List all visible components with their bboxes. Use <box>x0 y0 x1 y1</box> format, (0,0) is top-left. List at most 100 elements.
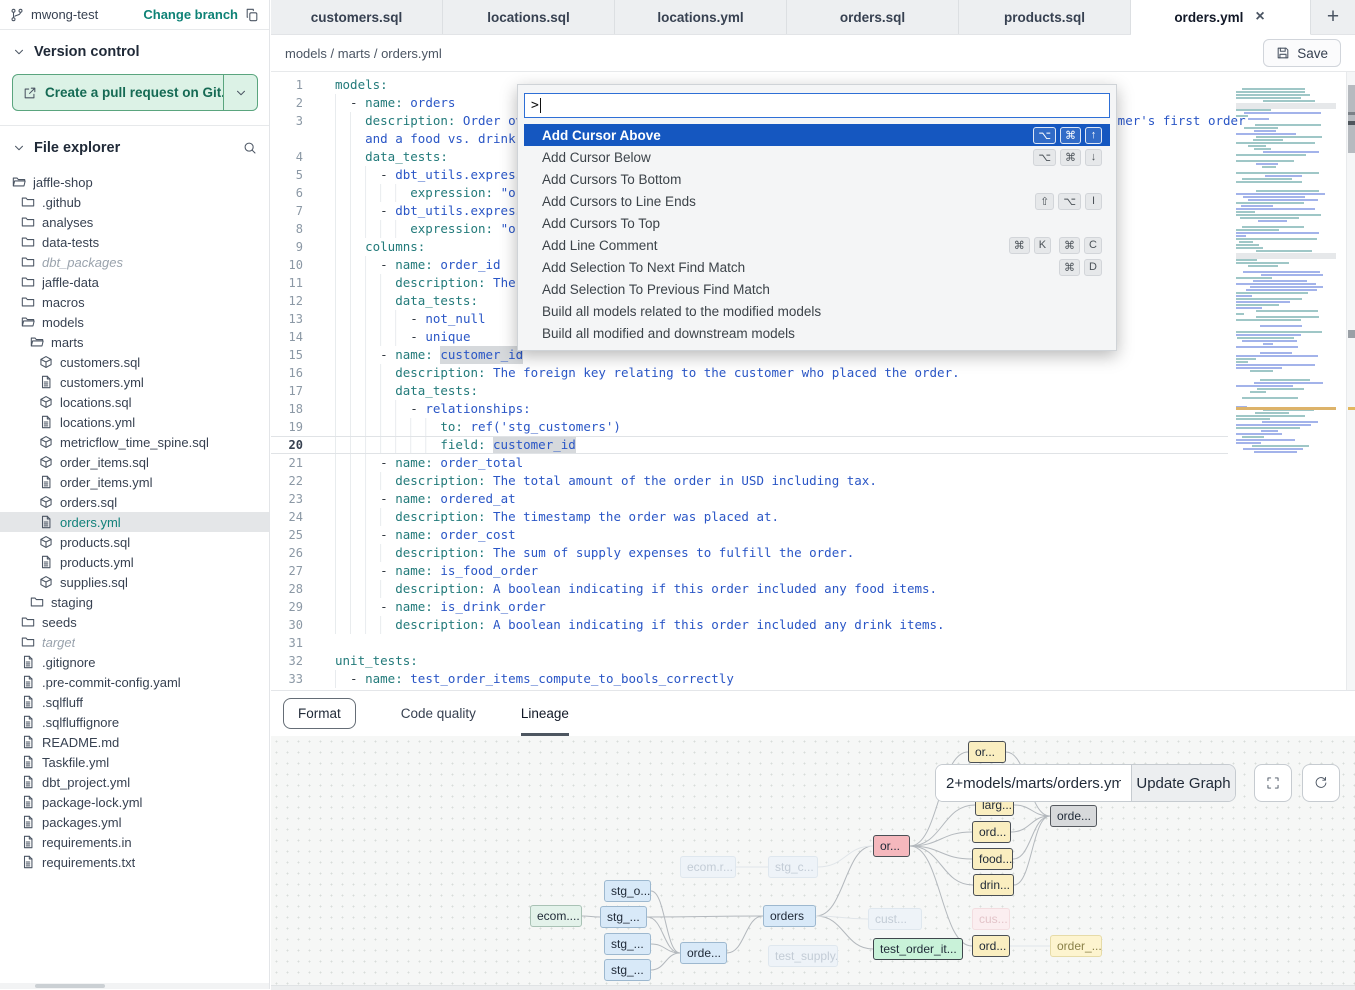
palette-item-build-all-models-related-to-the-modified-models[interactable]: Build all models related to the modified… <box>524 300 1110 322</box>
palette-item-add-cursor-above[interactable]: Add Cursor Above⌥⌘↑ <box>524 124 1110 146</box>
tree-item-metricflow-time-spine-sql[interactable]: metricflow_time_spine.sql <box>0 432 269 452</box>
tree-item-order-items-yml[interactable]: order_items.yml <box>0 472 269 492</box>
lineage-node-stg_2[interactable]: stg_... <box>604 933 651 955</box>
tree-item-macros[interactable]: macros <box>0 292 269 312</box>
lineage-node-order_pale[interactable]: order_... <box>1050 935 1102 957</box>
copy-icon[interactable] <box>245 8 259 22</box>
lineage-node-orde_b[interactable]: orde... <box>680 942 727 964</box>
tree-item-locations-sql[interactable]: locations.sql <box>0 392 269 412</box>
sidebar-horizontal-scrollbar[interactable] <box>0 983 269 989</box>
refresh-icon <box>1314 776 1328 790</box>
code-editor[interactable]: 1models:2- name: orders3description: Ord… <box>271 72 1355 690</box>
lineage-node-y_ord1[interactable]: ord... <box>972 821 1011 843</box>
tree-item-packages-yml[interactable]: packages.yml <box>0 812 269 832</box>
tree-item-jaffle-data[interactable]: jaffle-data <box>0 272 269 292</box>
refresh-button[interactable] <box>1302 764 1340 802</box>
lineage-node-y_top[interactable]: or... <box>968 741 1006 763</box>
lineage-node-or_pink[interactable]: or... <box>873 835 910 857</box>
tree-item-marts[interactable]: marts <box>0 332 269 352</box>
tree-item-locations-yml[interactable]: locations.yml <box>0 412 269 432</box>
graph-search-input[interactable] <box>936 765 1131 801</box>
tree-item-package-lock-yml[interactable]: package-lock.yml <box>0 792 269 812</box>
folder-icon <box>21 195 35 209</box>
minimap[interactable] <box>1236 85 1336 457</box>
tree-item-readme-md[interactable]: README.md <box>0 732 269 752</box>
lineage-node-ecom[interactable]: ecom.... <box>530 905 582 927</box>
search-icon[interactable] <box>243 141 257 155</box>
format-button[interactable]: Format <box>283 698 356 729</box>
tree-item-customers-yml[interactable]: customers.yml <box>0 372 269 392</box>
palette-item-add-cursors-to-line-ends[interactable]: Add Cursors to Line Ends⇧⌥I <box>524 190 1110 212</box>
create-pr-button[interactable]: Create a pull request on Git... <box>12 74 258 111</box>
tab-products-sql[interactable]: products.sql <box>959 0 1131 34</box>
tab-orders-yml[interactable]: orders.yml× <box>1131 0 1311 35</box>
palette-item-add-selection-to-next-find-match[interactable]: Add Selection To Next Find Match⌘D <box>524 256 1110 278</box>
tree-item-dbt-project-yml[interactable]: dbt_project.yml <box>0 772 269 792</box>
command-palette-input[interactable]: > <box>524 93 1110 118</box>
tree-item-dbt-packages[interactable]: dbt_packages <box>0 252 269 272</box>
lineage-node-stg_3[interactable]: stg_... <box>604 959 651 981</box>
palette-item-add-selection-to-previous-find-match[interactable]: Add Selection To Previous Find Match <box>524 278 1110 300</box>
lineage-node-ghost3[interactable]: cust... <box>868 908 922 930</box>
tab-locations-yml[interactable]: locations.yml <box>615 0 787 34</box>
lineage-canvas[interactable]: ecom....stg_o...stg_...stg_...stg_...ord… <box>271 736 1355 990</box>
palette-item-add-cursor-below[interactable]: Add Cursor Below⌥⌘↓ <box>524 146 1110 168</box>
lineage-node-green_test[interactable]: test_order_it... <box>873 938 963 960</box>
update-graph-button[interactable]: Update Graph <box>1131 765 1235 801</box>
save-button[interactable]: Save <box>1263 39 1341 67</box>
pr-dropdown-toggle[interactable] <box>223 75 257 110</box>
new-tab-button[interactable]: + <box>1311 0 1355 34</box>
palette-item-add-cursors-to-top[interactable]: Add Cursors To Top <box>524 212 1110 234</box>
palette-item-add-line-comment[interactable]: Add Line Comment⌘K⌘C <box>524 234 1110 256</box>
lineage-node-ghost1[interactable]: ecom.r... <box>680 856 736 878</box>
tree-item-customers-sql[interactable]: customers.sql <box>0 352 269 372</box>
panel-tab-lineage[interactable]: Lineage <box>521 691 569 736</box>
tree-item-supplies-sql[interactable]: supplies.sql <box>0 572 269 592</box>
tree-item-orders-yml[interactable]: orders.yml <box>0 512 269 532</box>
tab-locations-sql[interactable]: locations.sql <box>443 0 615 34</box>
fullscreen-button[interactable] <box>1254 764 1292 802</box>
lineage-node-gray_orde[interactable]: orde... <box>1050 805 1097 827</box>
lineage-node-y_drin[interactable]: drin... <box>973 874 1014 896</box>
tree-item-models[interactable]: models <box>0 312 269 332</box>
tree-item-products-sql[interactable]: products.sql <box>0 532 269 552</box>
tree-item-jaffle-shop[interactable]: jaffle-shop <box>0 172 269 192</box>
lineage-node-stg_o[interactable]: stg_o... <box>604 880 651 902</box>
tree-item-analyses[interactable]: analyses <box>0 212 269 232</box>
close-tab-icon[interactable]: × <box>1253 9 1266 25</box>
tree-item--github[interactable]: .github <box>0 192 269 212</box>
canvas-horizontal-scrollbar[interactable] <box>271 985 1355 990</box>
lineage-node-ghost2[interactable]: stg_c... <box>768 856 818 878</box>
palette-item-build-all-modified-and-downstream-models[interactable]: Build all modified and downstream models <box>524 322 1110 344</box>
tree-item--gitignore[interactable]: .gitignore <box>0 652 269 672</box>
change-branch-link[interactable]: Change branch <box>143 7 238 22</box>
tree-item-staging[interactable]: staging <box>0 592 269 612</box>
panel-tab-code-quality[interactable]: Code quality <box>401 691 476 736</box>
tree-item-requirements-txt[interactable]: requirements.txt <box>0 852 269 872</box>
tree-item--sqlfluff[interactable]: .sqlfluff <box>0 692 269 712</box>
tree-item-label: requirements.in <box>42 835 132 850</box>
tree-item-label: metricflow_time_spine.sql <box>60 435 209 450</box>
tab-customers-sql[interactable]: customers.sql <box>271 0 443 34</box>
tree-item-seeds[interactable]: seeds <box>0 612 269 632</box>
tree-item-order-items-sql[interactable]: order_items.sql <box>0 452 269 472</box>
tree-item--sqlfluffignore[interactable]: .sqlfluffignore <box>0 712 269 732</box>
lineage-node-y_ord2[interactable]: ord... <box>972 935 1010 957</box>
version-control-header[interactable]: Version control <box>0 30 269 70</box>
lineage-node-stg_1[interactable]: stg_... <box>600 906 647 928</box>
tree-item-orders-sql[interactable]: orders.sql <box>0 492 269 512</box>
tab-orders-sql[interactable]: orders.sql <box>787 0 959 34</box>
palette-item-add-cursors-to-bottom[interactable]: Add Cursors To Bottom <box>524 168 1110 190</box>
lineage-node-ghost4[interactable]: test_supply... <box>768 945 838 967</box>
file-explorer-header[interactable]: File explorer <box>0 126 269 166</box>
tree-item-target[interactable]: target <box>0 632 269 652</box>
tree-item-requirements-in[interactable]: requirements.in <box>0 832 269 852</box>
lineage-node-orders[interactable]: orders <box>763 905 816 927</box>
lineage-node-ghost5[interactable]: cus... <box>972 908 1010 930</box>
lineage-node-y_food[interactable]: food... <box>972 848 1013 870</box>
tree-item-products-yml[interactable]: products.yml <box>0 552 269 572</box>
editor-scrollbar[interactable] <box>1346 72 1355 690</box>
tree-item--pre-commit-config-yaml[interactable]: .pre-commit-config.yaml <box>0 672 269 692</box>
tree-item-data-tests[interactable]: data-tests <box>0 232 269 252</box>
tree-item-taskfile-yml[interactable]: Taskfile.yml <box>0 752 269 772</box>
